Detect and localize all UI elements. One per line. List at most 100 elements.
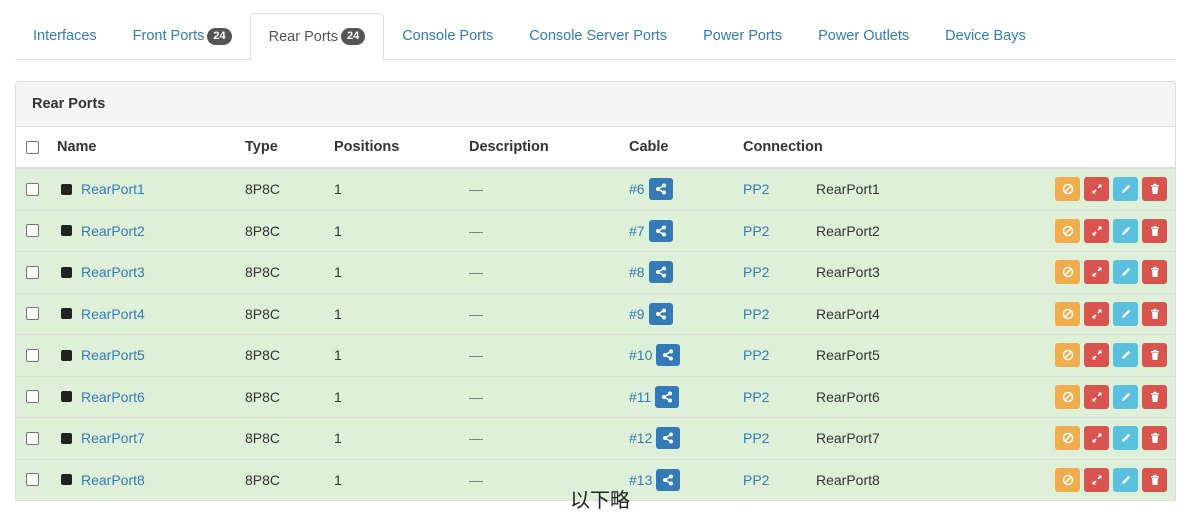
table-header: Name Type Positions Description Cable Co… [16,127,1175,169]
tab-label: Front Ports [132,28,205,44]
tab-console-server-ports[interactable]: Console Server Ports [511,13,685,59]
delete-button[interactable] [1142,301,1167,326]
edit-button[interactable] [1113,343,1138,368]
port-type-icon [61,225,72,237]
row-checkbox[interactable] [26,307,39,321]
edit-button[interactable] [1113,177,1138,202]
table-row: RearPort1 8P8C 1 — #6 PP2 RearPort1 [16,169,1175,211]
tab-label: Power Ports [703,28,783,44]
trace-cable-button[interactable] [648,219,673,242]
cable-link[interactable]: #12 [629,430,652,446]
mark-disconnected-button[interactable] [1055,426,1080,451]
port-type: 8P8C [245,181,281,198]
row-checkbox[interactable] [26,265,39,279]
tab-power-outlets[interactable]: Power Outlets [800,13,927,59]
trace-cable-button[interactable] [656,427,681,450]
mark-disconnected-button[interactable] [1055,384,1080,409]
device-component-tabs: Interfaces Front Ports 24 Rear Ports 24 Co… [15,13,1176,60]
tab-interfaces[interactable]: Interfaces [15,13,115,59]
disconnect-cable-button[interactable] [1084,177,1109,202]
connection-port: RearPort5 [816,347,880,364]
expand-arrows-icon [1091,184,1102,194]
port-type: 8P8C [245,305,281,322]
cable-link[interactable]: #11 [629,389,651,405]
column-header-type: Type [245,139,278,155]
expand-arrows-icon [1091,433,1102,443]
delete-button[interactable] [1142,260,1167,285]
trace-cable-button[interactable] [648,302,673,325]
row-actions [1055,211,1167,252]
connection-device-link[interactable]: PP2 [743,169,769,210]
expand-arrows-icon [1091,309,1102,319]
disconnect-cable-button[interactable] [1084,343,1109,368]
delete-button[interactable] [1142,343,1167,368]
edit-button[interactable] [1113,426,1138,451]
tab-label: Console Ports [402,28,494,44]
port-name-link[interactable]: RearPort7 [81,430,145,446]
mark-disconnected-button[interactable] [1055,301,1080,326]
disconnect-cable-button[interactable] [1084,218,1109,243]
row-checkbox[interactable] [26,224,39,238]
connection-device-link[interactable]: PP2 [743,377,769,418]
port-positions: 1 [334,222,342,239]
delete-button[interactable] [1142,426,1167,451]
mark-disconnected-button[interactable] [1055,218,1080,243]
cable-link[interactable]: #9 [629,306,645,322]
port-name-link[interactable]: RearPort5 [81,347,145,363]
disconnect-cable-button[interactable] [1084,426,1109,451]
trash-icon [1150,308,1159,319]
pencil-icon [1121,309,1130,318]
mark-disconnected-button[interactable] [1055,177,1080,202]
port-name-link[interactable]: RearPort1 [81,181,145,197]
cable-link[interactable]: #6 [629,181,645,197]
trace-cable-button[interactable] [648,261,673,284]
port-type-icon [61,266,72,278]
edit-button[interactable] [1113,384,1138,409]
disconnect-cable-button[interactable] [1084,384,1109,409]
tab-label: Device Bays [945,28,1026,44]
delete-button[interactable] [1142,218,1167,243]
connection-device-link[interactable]: PP2 [743,294,769,335]
disconnect-cable-button[interactable] [1084,260,1109,285]
cable-link[interactable]: #10 [629,347,652,363]
port-description: — [469,305,483,322]
disconnect-cable-button[interactable] [1084,301,1109,326]
trace-cable-button[interactable] [648,178,673,201]
connection-device-link[interactable]: PP2 [743,252,769,293]
row-checkbox[interactable] [26,182,39,196]
tab-console-ports[interactable]: Console Ports [384,13,511,59]
row-checkbox[interactable] [26,390,39,404]
cable-link[interactable]: #8 [629,264,645,280]
port-name-link[interactable]: RearPort4 [81,306,145,322]
port-name-link[interactable]: RearPort2 [81,223,145,239]
mark-disconnected-button[interactable] [1055,343,1080,368]
delete-button[interactable] [1142,177,1167,202]
trace-cable-button[interactable] [655,385,680,408]
connection-device-link[interactable]: PP2 [743,418,769,459]
delete-button[interactable] [1142,384,1167,409]
select-all-checkbox[interactable] [26,140,39,154]
edit-button[interactable] [1113,301,1138,326]
edit-button[interactable] [1113,260,1138,285]
ban-icon [1062,225,1073,236]
trash-icon [1150,350,1159,361]
trace-cable-button[interactable] [656,344,681,367]
connection-device-link[interactable]: PP2 [743,211,769,252]
column-header-connection: Connection [743,139,823,155]
row-checkbox[interactable] [26,348,39,362]
mark-disconnected-button[interactable] [1055,260,1080,285]
port-name-link[interactable]: RearPort3 [81,264,145,280]
port-description: — [469,264,483,281]
tab-rear-ports[interactable]: Rear Ports 24 [249,13,385,60]
port-name-link[interactable]: RearPort6 [81,389,145,405]
tab-front-ports[interactable]: Front Ports 24 [115,13,250,59]
connection-device-link[interactable]: PP2 [743,335,769,376]
tab-power-ports[interactable]: Power Ports [685,13,800,59]
cable-link[interactable]: #7 [629,223,645,239]
tab-device-bays[interactable]: Device Bays [927,13,1044,59]
row-checkbox[interactable] [26,431,39,445]
ban-icon [1062,184,1073,195]
edit-button[interactable] [1113,218,1138,243]
port-positions: 1 [334,347,342,364]
ban-icon [1062,267,1073,278]
